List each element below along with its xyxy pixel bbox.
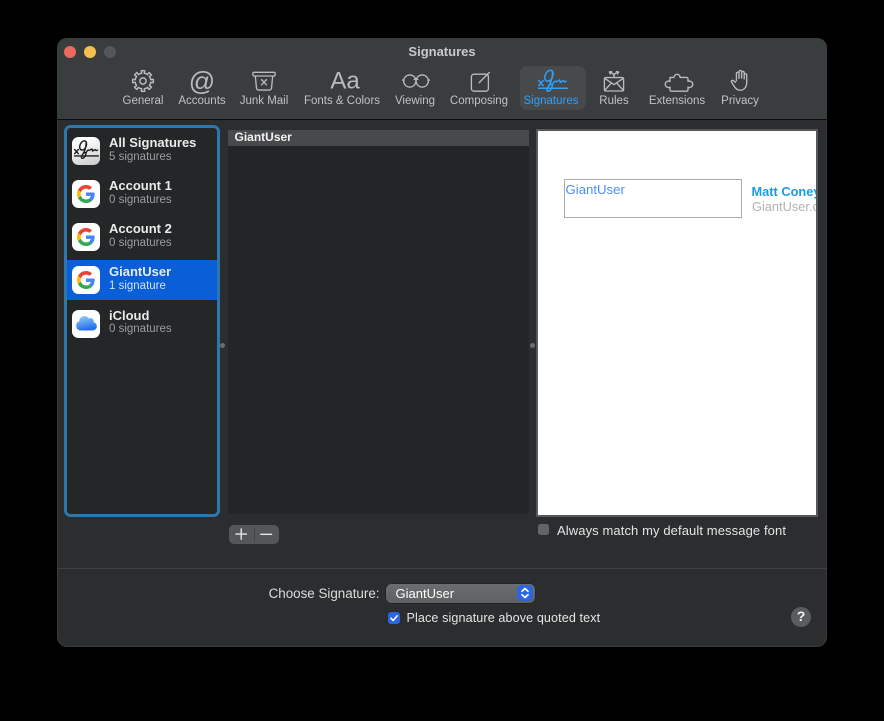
svg-text:@: @ (189, 68, 215, 94)
svg-text:Aa: Aa (330, 68, 360, 94)
